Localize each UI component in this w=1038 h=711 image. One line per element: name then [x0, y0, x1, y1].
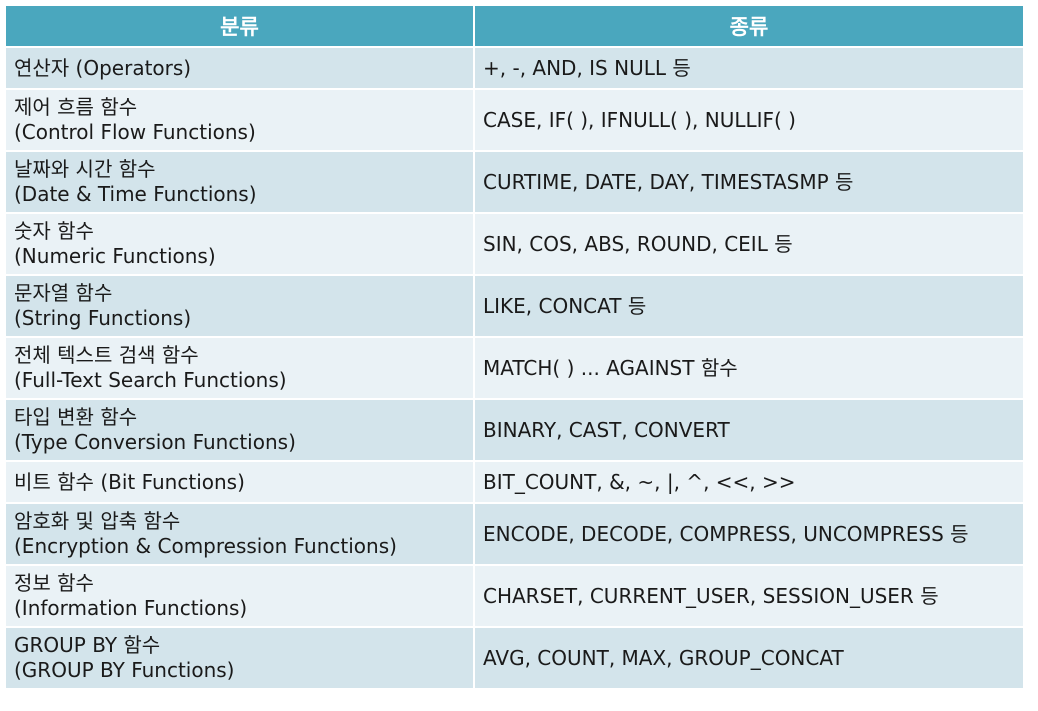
category-name: 타입 변환 함수 — [14, 405, 138, 429]
table-row: 문자열 함수 (String Functions) LIKE, CONCAT 등 — [6, 274, 1023, 337]
table-row: 연산자 (Operators) +, -, AND, IS NULL 등 — [6, 46, 1023, 89]
kinds-cell: CASE, IF( ), IFNULL( ), NULLIF( ) — [474, 88, 1023, 151]
table-row: 숫자 함수 (Numeric Functions) SIN, COS, ABS, … — [6, 212, 1023, 275]
table-row: 타입 변환 함수 (Type Conversion Functions) BINA… — [6, 398, 1023, 461]
category-cell: 숫자 함수 (Numeric Functions) — [6, 212, 475, 275]
category-cell: 날짜와 시간 함수 (Date & Time Functions) — [6, 150, 475, 213]
category-cell: 제어 흐름 함수 (Control Flow Functions) — [6, 88, 475, 151]
category-cell: 전체 텍스트 검색 함수 (Full-Text Search Functions) — [6, 336, 475, 399]
category-name: 암호화 및 압축 함수 — [14, 509, 181, 533]
kinds-cell: BIT_COUNT, &, ~, |, ^, <<, >> — [474, 460, 1023, 503]
category-name: GROUP BY 함수 — [14, 633, 161, 657]
category-name: 전체 텍스트 검색 함수 — [14, 343, 199, 367]
kinds-cell: LIKE, CONCAT 등 — [474, 274, 1023, 337]
category-name: 숫자 함수 — [14, 219, 94, 243]
category-cell: 타입 변환 함수 (Type Conversion Functions) — [6, 398, 475, 461]
category-english: (Encryption & Compression Functions) — [14, 534, 397, 558]
category-name: 제어 흐름 함수 — [14, 95, 138, 119]
table-row: GROUP BY 함수 (GROUP BY Functions) AVG, COU… — [6, 626, 1023, 688]
table-row: 제어 흐름 함수 (Control Flow Functions) CASE, I… — [6, 88, 1023, 151]
category-cell: 문자열 함수 (String Functions) — [6, 274, 475, 337]
category-cell: 연산자 (Operators) — [6, 46, 475, 89]
category-cell: 비트 함수 (Bit Functions) — [6, 460, 475, 503]
category-cell: GROUP BY 함수 (GROUP BY Functions) — [6, 626, 475, 688]
category-cell: 정보 함수 (Information Functions) — [6, 564, 475, 627]
kinds-cell: MATCH( ) ... AGAINST 함수 — [474, 336, 1023, 399]
category-english: (Full-Text Search Functions) — [14, 368, 287, 392]
category-english: (Type Conversion Functions) — [14, 430, 296, 454]
function-category-table: 분류 종류 연산자 (Operators) +, -, AND, IS NULL… — [6, 6, 1023, 688]
category-english: (Information Functions) — [14, 596, 248, 620]
kinds-cell: BINARY, CAST, CONVERT — [474, 398, 1023, 461]
category-english: (Numeric Functions) — [14, 244, 216, 268]
header-row: 분류 종류 — [6, 6, 1023, 47]
kinds-cell: SIN, COS, ABS, ROUND, CEIL 등 — [474, 212, 1023, 275]
category-name: 비트 함수 (Bit Functions) — [14, 469, 245, 494]
category-english: (Control Flow Functions) — [14, 120, 256, 144]
category-name: 문자열 함수 — [14, 281, 113, 305]
table-row: 암호화 및 압축 함수 (Encryption & Compression Fun… — [6, 502, 1023, 565]
category-name: 정보 함수 — [14, 571, 94, 595]
category-name: 연산자 (Operators) — [14, 55, 192, 80]
kinds-cell: CURTIME, DATE, DAY, TIMESTASMP 등 — [474, 150, 1023, 213]
mysql-function-table: 분류 종류 연산자 (Operators) +, -, AND, IS NULL… — [6, 6, 1023, 688]
header-kinds: 종류 — [474, 6, 1023, 47]
category-cell: 암호화 및 압축 함수 (Encryption & Compression Fun… — [6, 502, 475, 565]
category-english: (Date & Time Functions) — [14, 182, 257, 206]
category-name: 날짜와 시간 함수 — [14, 157, 156, 181]
table-header: 분류 종류 — [6, 6, 1023, 47]
table-row: 비트 함수 (Bit Functions) BIT_COUNT, &, ~, |… — [6, 460, 1023, 503]
table-body: 연산자 (Operators) +, -, AND, IS NULL 등 제어 … — [6, 46, 1023, 688]
kinds-cell: ENCODE, DECODE, COMPRESS, UNCOMPRESS 등 — [474, 502, 1023, 565]
table-row: 날짜와 시간 함수 (Date & Time Functions) CURTIME… — [6, 150, 1023, 213]
category-english: (String Functions) — [14, 306, 192, 330]
header-category: 분류 — [6, 6, 475, 47]
kinds-cell: CHARSET, CURRENT_USER, SESSION_USER 등 — [474, 564, 1023, 627]
kinds-cell: +, -, AND, IS NULL 등 — [474, 46, 1023, 89]
table-row: 정보 함수 (Information Functions) CHARSET, CU… — [6, 564, 1023, 627]
table-row: 전체 텍스트 검색 함수 (Full-Text Search Functions)… — [6, 336, 1023, 399]
category-english: (GROUP BY Functions) — [14, 658, 235, 682]
kinds-cell: AVG, COUNT, MAX, GROUP_CONCAT — [474, 626, 1023, 688]
